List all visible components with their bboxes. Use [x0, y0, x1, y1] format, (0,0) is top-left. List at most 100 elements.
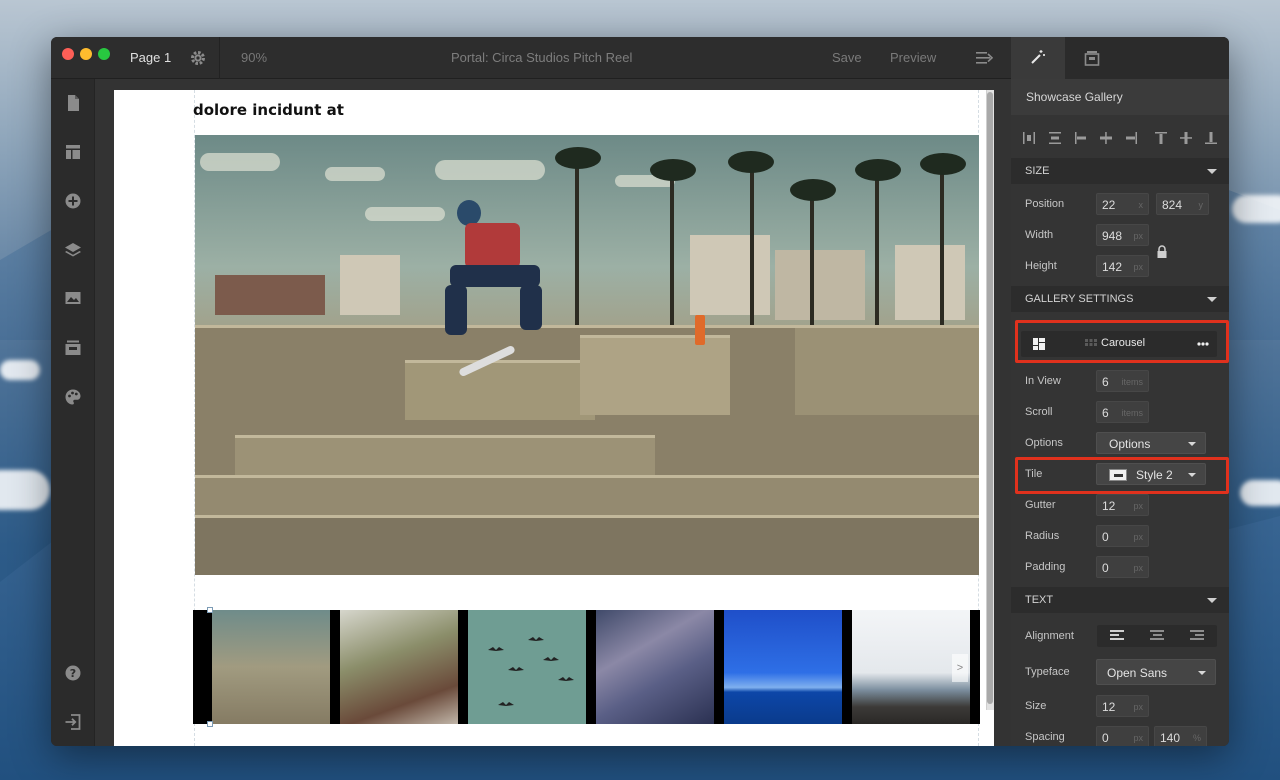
line-height-unit: %: [1192, 733, 1201, 743]
text-align-right-icon[interactable]: [1190, 630, 1204, 642]
page-scrollbar-thumb[interactable]: [987, 92, 993, 704]
position-y-field[interactable]: 824 y: [1156, 193, 1209, 215]
magic-wand-icon: [1031, 50, 1045, 64]
desktop-cloud: [1240, 480, 1280, 506]
chevron-down-icon: [1188, 442, 1196, 446]
editor-canvas[interactable]: dolore incidunt at >: [95, 79, 1011, 746]
section-label: TEXT: [1025, 594, 1054, 606]
position-x-field[interactable]: 22 x: [1096, 193, 1149, 215]
height-field[interactable]: 142 px: [1096, 255, 1149, 277]
line-height-field[interactable]: 140 %: [1154, 726, 1207, 746]
document-title: Portal: Circa Studios Pitch Reel: [451, 50, 633, 65]
svg-text:?: ?: [70, 667, 76, 680]
position-label: Position: [1025, 198, 1065, 210]
zoom-window-button[interactable]: [98, 48, 110, 60]
zoom-level[interactable]: 90%: [241, 50, 267, 65]
carousel-gallery[interactable]: [193, 610, 980, 724]
alignment-label: Alignment: [1025, 630, 1074, 642]
gear-icon[interactable]: [189, 49, 207, 67]
palette-icon[interactable]: [64, 388, 82, 406]
width-field[interactable]: 948 px: [1096, 224, 1149, 246]
letter-spacing-unit: px: [1133, 733, 1143, 743]
hero-image-skatepark[interactable]: [195, 135, 979, 575]
align-right-icon[interactable]: [1124, 131, 1138, 145]
size-label: Size: [1025, 700, 1047, 712]
letter-spacing-field[interactable]: 0 px: [1096, 726, 1149, 746]
save-button[interactable]: Save: [832, 50, 862, 65]
gutter-field[interactable]: 12 px: [1096, 494, 1149, 516]
align-middle-icon[interactable]: [1179, 131, 1193, 145]
align-top-icon[interactable]: [1154, 131, 1168, 145]
image-icon[interactable]: [64, 289, 82, 307]
gallery-thumb-birds[interactable]: [468, 610, 586, 724]
section-size[interactable]: SIZE: [1011, 158, 1229, 184]
minimize-window-button[interactable]: [80, 48, 92, 60]
preview-button[interactable]: Preview: [890, 50, 936, 65]
highlight-box: [1015, 320, 1229, 363]
gallery-thumb-lake[interactable]: [724, 610, 842, 724]
section-label: GALLERY SETTINGS: [1025, 293, 1134, 305]
font-size-value: 12: [1102, 700, 1116, 714]
scroll-field[interactable]: 6 items: [1096, 401, 1149, 423]
in-view-field[interactable]: 6 items: [1096, 370, 1149, 392]
width-unit: px: [1133, 231, 1143, 241]
height-value: 142: [1102, 260, 1123, 274]
radius-label: Radius: [1025, 530, 1060, 542]
radius-field[interactable]: 0 px: [1096, 525, 1149, 547]
title-bar: Page 1 90% Portal: Circa Studios Pitch R…: [51, 37, 1011, 79]
layout-icon[interactable]: [64, 143, 82, 161]
typeface-label: Typeface: [1025, 666, 1070, 678]
distribute-vertical-icon[interactable]: [1048, 131, 1062, 145]
add-icon[interactable]: [64, 192, 82, 210]
resize-handle[interactable]: [207, 721, 213, 727]
section-text[interactable]: TEXT: [1011, 587, 1229, 613]
tab-design[interactable]: [1011, 37, 1065, 79]
media-icon: [1084, 51, 1100, 66]
align-left-icon[interactable]: [1074, 131, 1088, 145]
position-y-unit: y: [1198, 200, 1204, 210]
close-window-button[interactable]: [62, 48, 74, 60]
letter-spacing-value: 0: [1102, 731, 1109, 745]
lock-icon[interactable]: [1156, 245, 1168, 259]
align-bottom-icon[interactable]: [1204, 131, 1218, 145]
desktop-cloud: [0, 360, 40, 380]
chevron-down-icon: [1207, 169, 1217, 174]
typeface-dropdown[interactable]: Open Sans: [1096, 659, 1216, 685]
gallery-thumb-forest-path[interactable]: [340, 610, 458, 724]
in-view-unit: items: [1121, 377, 1143, 387]
padding-field[interactable]: 0 px: [1096, 556, 1149, 578]
gallery-thumb-night-sky[interactable]: [596, 610, 714, 724]
desktop-cloud: [1232, 195, 1280, 223]
typeface-value: Open Sans: [1107, 666, 1168, 680]
gutter-label: Gutter: [1025, 499, 1056, 511]
text-align-center-icon[interactable]: [1150, 630, 1164, 642]
font-size-field[interactable]: 12 px: [1096, 695, 1149, 717]
exit-icon[interactable]: [64, 713, 82, 731]
page-canvas[interactable]: dolore incidunt at >: [114, 90, 994, 746]
padding-value: 0: [1102, 561, 1109, 575]
page-heading[interactable]: dolore incidunt at: [193, 101, 344, 119]
menu-arrow-icon[interactable]: [975, 50, 993, 66]
distribute-horizontal-icon[interactable]: [1022, 131, 1036, 145]
page-icon[interactable]: [64, 94, 82, 112]
radius-value: 0: [1102, 530, 1109, 544]
spacing-label: Spacing: [1025, 731, 1065, 743]
desktop-cloud: [0, 470, 50, 510]
gallery-thumb-skatepark[interactable]: [212, 610, 330, 724]
resize-handle[interactable]: [207, 607, 213, 613]
options-dropdown[interactable]: Options: [1096, 432, 1206, 454]
page-selector[interactable]: Page 1: [130, 50, 171, 65]
text-align-left-icon[interactable]: [1110, 630, 1124, 642]
carousel-next-arrow[interactable]: >: [952, 654, 968, 682]
tool-rail: ?: [51, 79, 95, 746]
scroll-value: 6: [1102, 406, 1109, 420]
padding-label: Padding: [1025, 561, 1066, 573]
layers-icon[interactable]: [64, 241, 82, 259]
panel-title: Showcase Gallery: [1026, 90, 1123, 104]
help-icon[interactable]: ?: [64, 664, 82, 682]
section-gallery-settings[interactable]: GALLERY SETTINGS: [1011, 286, 1229, 312]
align-center-icon[interactable]: [1099, 131, 1113, 145]
media-icon[interactable]: [64, 339, 82, 357]
tab-media[interactable]: [1065, 37, 1119, 79]
inspector-panel: Showcase Gallery SIZE Position 22 x 824 …: [1011, 37, 1229, 746]
